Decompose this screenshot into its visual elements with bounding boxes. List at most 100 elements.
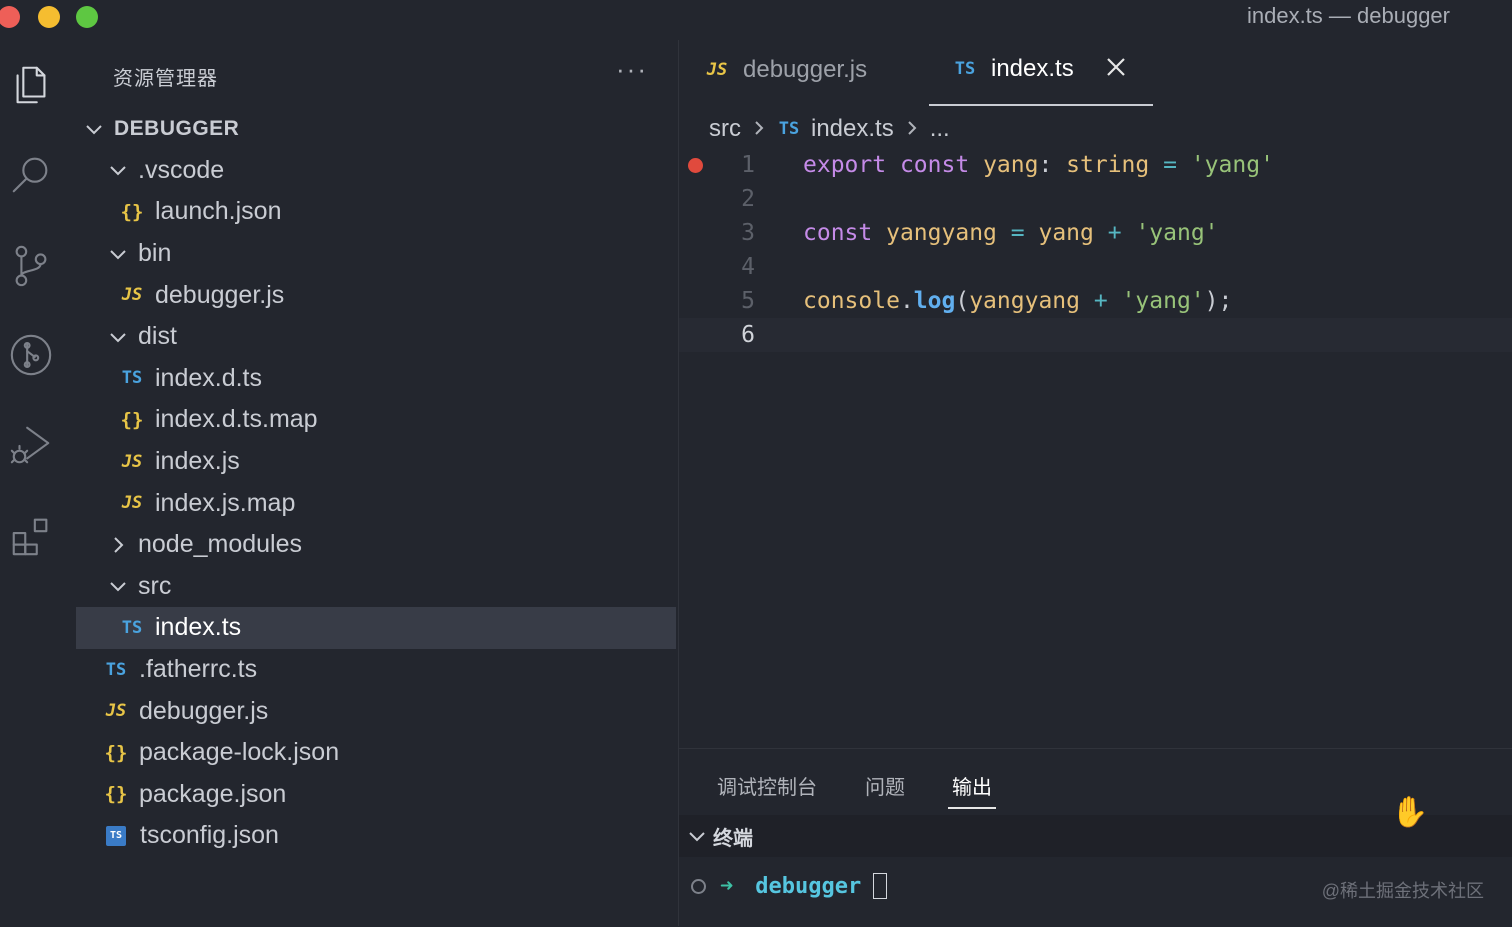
code-token: log: [913, 288, 956, 314]
chevron-down-icon: [108, 577, 128, 595]
tree-item-label: package.json: [139, 779, 287, 808]
tab-label: debugger.js: [743, 56, 868, 83]
breadcrumb-file[interactable]: index.ts: [811, 115, 894, 143]
line-content: console.log(yangyang + 'yang');: [803, 284, 1232, 318]
code-line[interactable]: 4: [679, 250, 1512, 284]
editor-area: JS debugger.js TS index.ts src TS index.…: [679, 34, 1512, 748]
tree-item-label: dist: [138, 322, 177, 351]
tree-folder[interactable]: .vscode: [76, 150, 676, 192]
tree-file[interactable]: TS index.ts: [76, 607, 676, 649]
breadcrumb-symbols[interactable]: ...: [930, 115, 950, 143]
tree-file[interactable]: JS debugger.js: [76, 274, 676, 316]
active-tab-indicator: [948, 807, 996, 809]
minimize-window-button[interactable]: [38, 6, 60, 28]
tree-folder[interactable]: dist: [76, 316, 676, 358]
chevron-down-icon: [108, 161, 128, 179]
terminal-label: 终端: [713, 827, 753, 850]
more-actions-button[interactable]: ···: [616, 54, 648, 85]
tree-item-label: index.ts: [155, 613, 242, 642]
code-editor[interactable]: 1 export const yang: string = 'yang' 2 3 con…: [679, 148, 1512, 352]
tab-index-ts[interactable]: TS index.ts: [929, 34, 1153, 106]
tree-file[interactable]: {} index.d.ts.map: [76, 399, 676, 441]
tab-problems[interactable]: 问题: [865, 771, 905, 800]
js-file-icon: JS: [121, 493, 143, 514]
ts-file-icon: TS: [105, 659, 127, 680]
tab-debugger-js[interactable]: JS debugger.js: [705, 34, 867, 106]
code-token: 'yang': [1121, 288, 1205, 314]
tree-file[interactable]: {} package-lock.json: [76, 732, 676, 774]
line-number: 1: [741, 152, 755, 178]
line-number: 3: [741, 220, 755, 246]
tsconf-file-icon: TS: [106, 825, 126, 846]
explorer-title: 资源管理器: [113, 68, 218, 90]
json-file-icon: {}: [104, 783, 128, 806]
code-line[interactable]: 3 const yangyang = yang + 'yang': [679, 216, 1512, 250]
watermark: @稀土掘金技术社区: [1321, 881, 1484, 901]
json-file-icon: {}: [104, 741, 128, 764]
code-token: yang: [1038, 220, 1094, 246]
source-control-icon[interactable]: [4, 238, 58, 292]
terminal-section-header[interactable]: 终端: [679, 815, 1512, 857]
breadcrumb-folder[interactable]: src: [709, 115, 741, 143]
tree-folder[interactable]: src: [76, 566, 676, 608]
tree-file[interactable]: JS index.js: [76, 441, 676, 483]
code-token: yangyang: [969, 288, 1080, 314]
code-token: 'yang': [1135, 220, 1219, 246]
ts-file-icon: TS: [121, 368, 143, 389]
circle-icon: [691, 878, 706, 894]
extensions-icon[interactable]: [4, 508, 58, 562]
code-token: yang: [983, 152, 1039, 178]
prompt-arrow: ➜: [720, 873, 734, 899]
tree-file[interactable]: TS index.d.ts: [76, 358, 676, 400]
tree-item-label: debugger.js: [139, 696, 269, 725]
window-title: index.ts — debugger: [1246, 3, 1450, 28]
code-token: 'yang': [1190, 152, 1274, 178]
tree-file[interactable]: TS tsconfig.json: [76, 815, 676, 857]
close-window-button[interactable]: [0, 6, 20, 28]
tab-output[interactable]: 输出: [952, 771, 992, 800]
tree-item-label: index.d.ts.map: [155, 405, 318, 434]
chevron-down-icon: [687, 827, 707, 845]
files-icon[interactable]: [4, 58, 58, 112]
tree-folder[interactable]: node_modules: [76, 524, 676, 566]
code-line[interactable]: 1 export const yang: string = 'yang': [679, 148, 1512, 182]
terminal-prompt[interactable]: ➜ debugger: [691, 873, 888, 899]
search-icon[interactable]: [4, 148, 58, 202]
code-line[interactable]: 6: [679, 318, 1512, 352]
code-line[interactable]: 2: [679, 182, 1512, 216]
breakpoint-icon[interactable]: [688, 158, 703, 173]
tree-file[interactable]: {} launch.json: [76, 191, 676, 233]
tab-debug-console[interactable]: 调试控制台: [717, 771, 817, 800]
workspace-root[interactable]: DEBUGGER: [76, 108, 676, 150]
tree-file[interactable]: JS index.js.map: [76, 482, 676, 524]
tree-file[interactable]: TS .fatherrc.ts: [76, 649, 676, 691]
close-icon[interactable]: [1105, 56, 1129, 80]
prompt-directory: debugger: [755, 873, 862, 899]
tree-file[interactable]: JS debugger.js: [76, 690, 676, 732]
tree-item-label: debugger.js: [155, 280, 285, 309]
run-debug-icon[interactable]: [4, 418, 58, 472]
ts-file-icon: TS: [954, 59, 976, 79]
tree-item-label: launch.json: [155, 197, 282, 226]
git-graph-icon[interactable]: [4, 328, 58, 382]
tree-file[interactable]: {} package.json: [76, 774, 676, 816]
line-content: export const yang: string = 'yang': [803, 148, 1274, 182]
code-token: string: [1066, 152, 1150, 178]
ts-file-icon: TS: [778, 119, 800, 139]
explorer-sidebar: 资源管理器 ··· DEBUGGER .vscode {} launch.json b…: [76, 34, 676, 926]
code-line[interactable]: 5 console.log(yangyang + 'yang');: [679, 284, 1512, 318]
maximize-window-button[interactable]: [76, 6, 98, 28]
tree-folder[interactable]: bin: [76, 233, 676, 275]
tree-item-label: node_modules: [138, 530, 303, 559]
code-token: yangyang: [886, 220, 997, 246]
code-token: const: [899, 152, 970, 178]
tree-item-label: .vscode: [138, 155, 225, 184]
bottom-panel: 调试控制台 问题 输出 终端 ➜ debugger ✋ @稀土掘金技术社区: [679, 748, 1512, 927]
tree-item-label: bin: [138, 239, 172, 268]
